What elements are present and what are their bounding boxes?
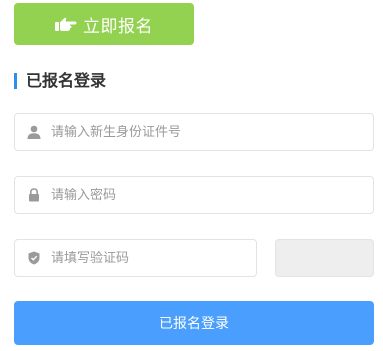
password-field[interactable] — [14, 176, 374, 214]
captcha-image[interactable] — [275, 239, 374, 277]
lock-icon — [27, 188, 41, 202]
register-now-button[interactable]: 立即报名 — [14, 3, 194, 45]
captcha-field[interactable] — [14, 239, 257, 277]
captcha-input[interactable] — [51, 250, 256, 266]
section-accent-bar — [14, 73, 17, 89]
id-number-field[interactable] — [14, 113, 374, 151]
shield-icon — [27, 251, 41, 265]
section-title-text: 已报名登录 — [26, 71, 107, 90]
pointing-hand-icon — [55, 16, 77, 32]
user-icon — [27, 125, 41, 139]
register-now-label: 立即报名 — [83, 16, 153, 37]
section-title: 已报名登录 — [14, 72, 106, 90]
login-button[interactable]: 已报名登录 — [14, 301, 374, 345]
id-number-input[interactable] — [51, 124, 373, 140]
password-input[interactable] — [51, 187, 373, 203]
